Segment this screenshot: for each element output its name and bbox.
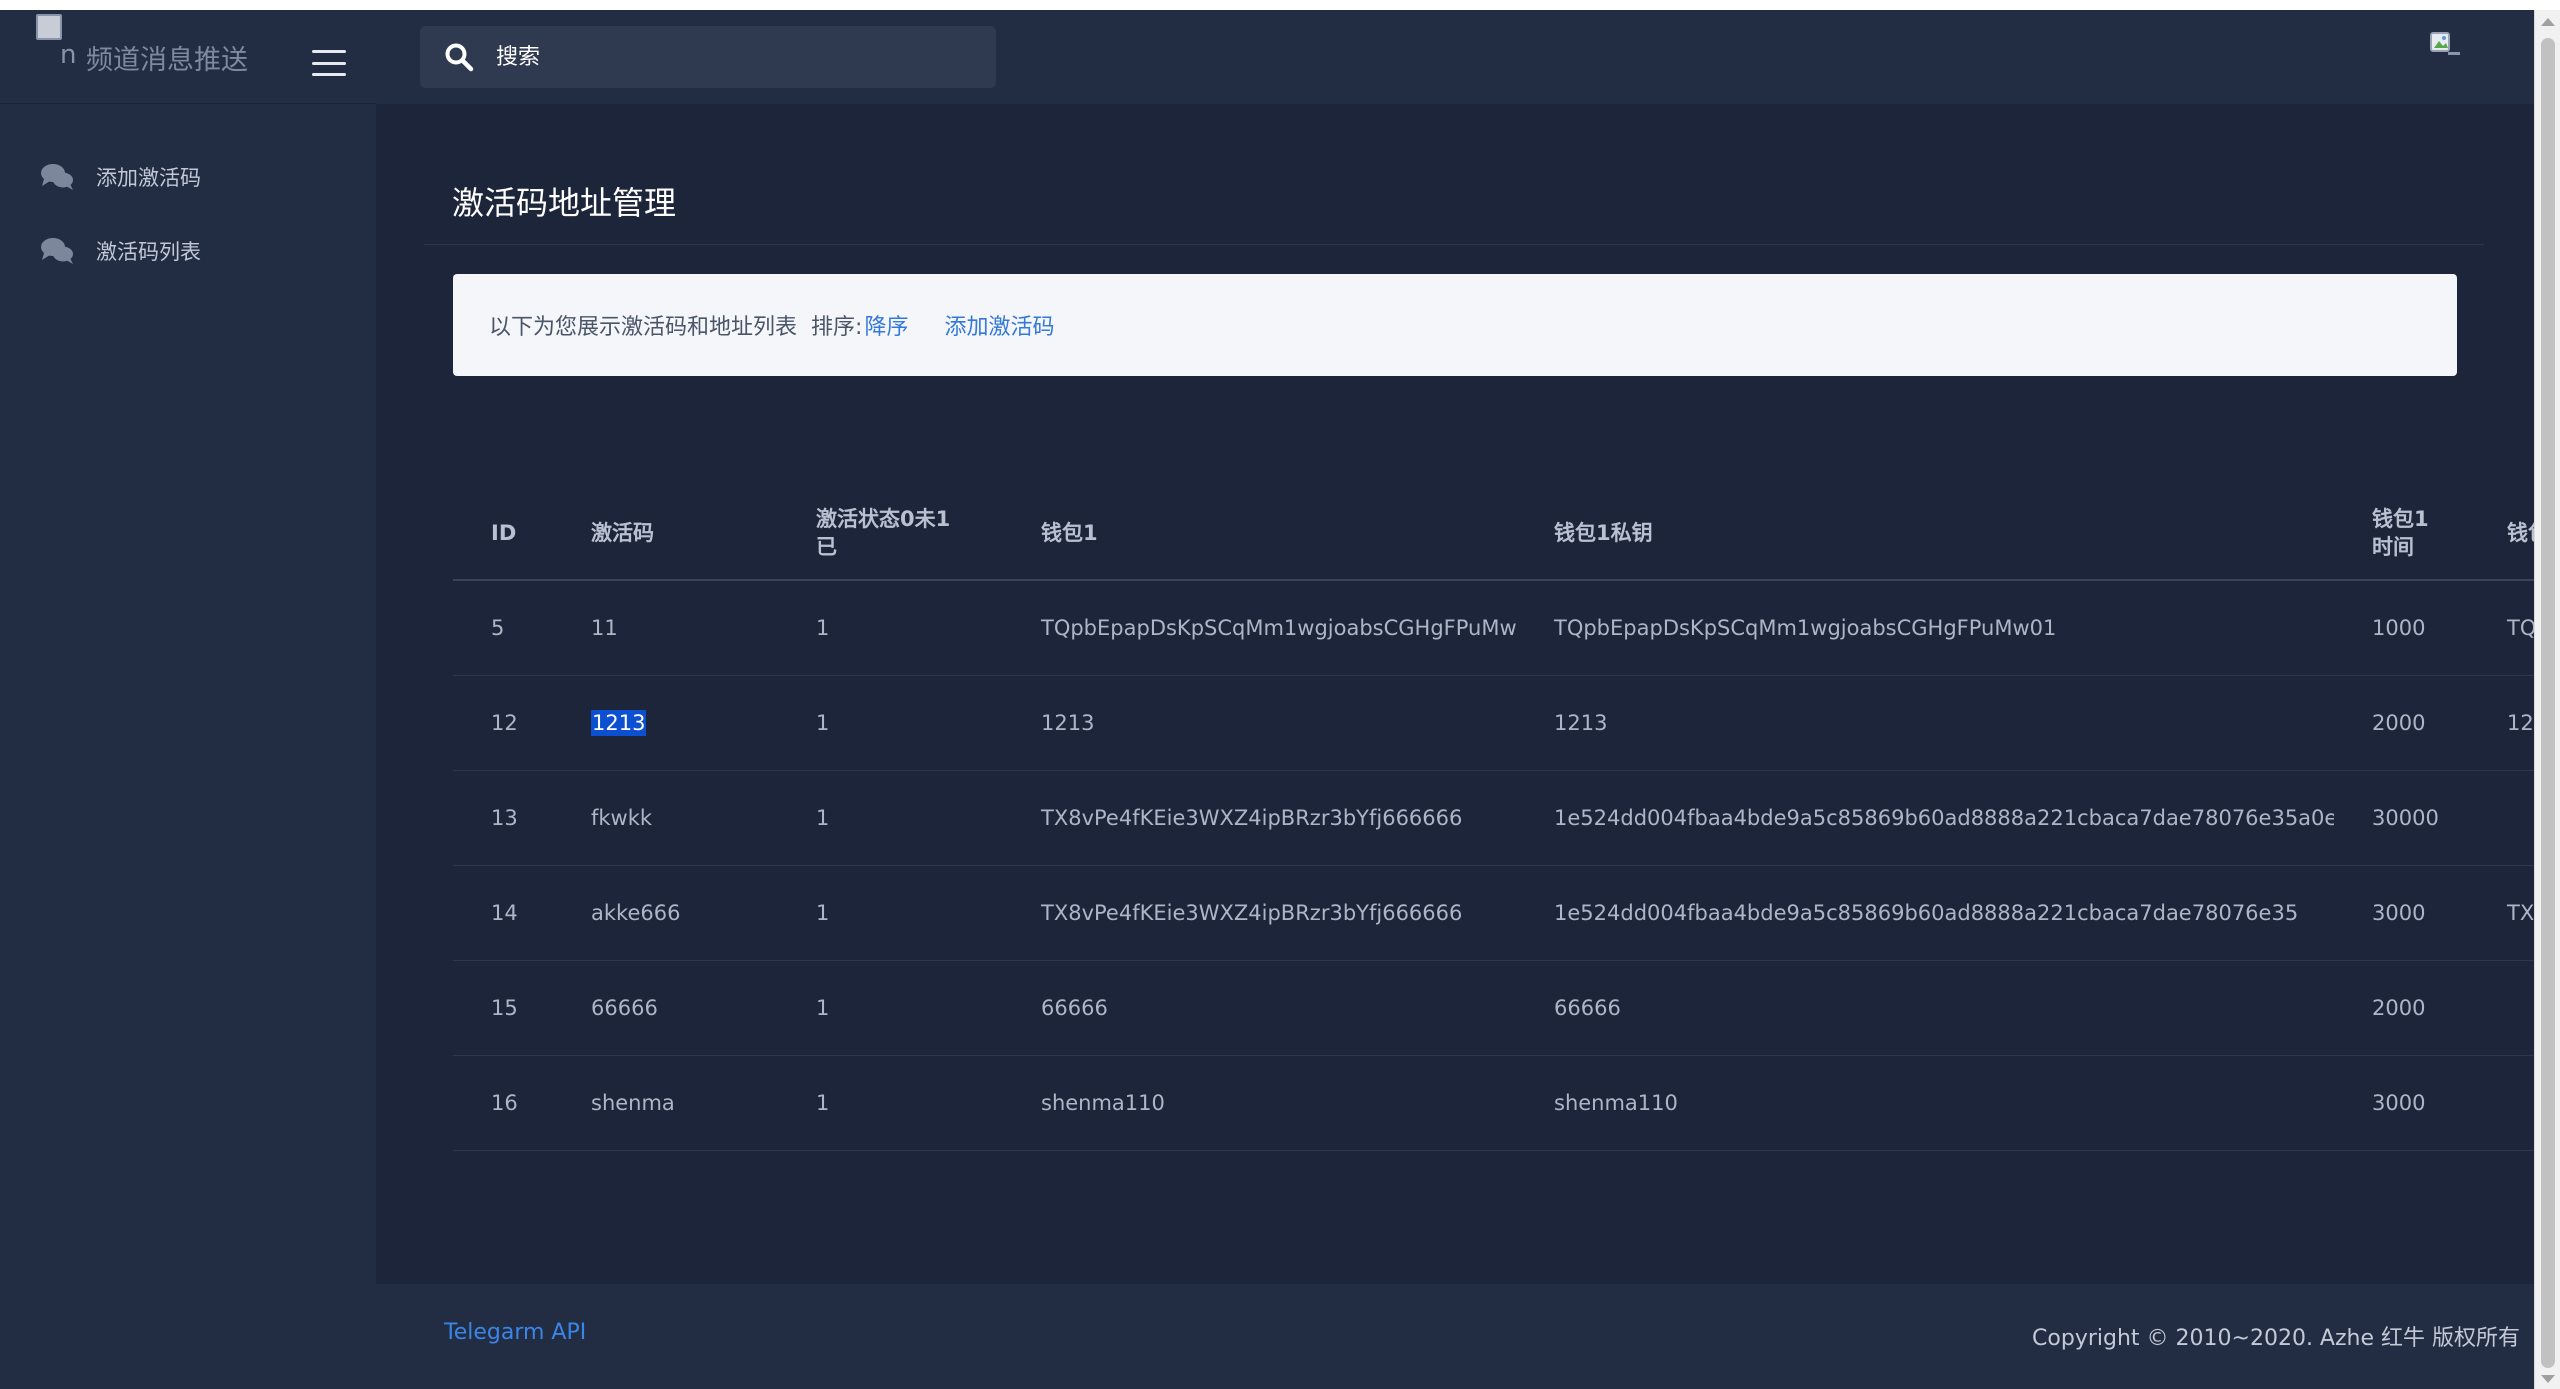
cell-id: 12 bbox=[453, 675, 553, 771]
cell-id: 13 bbox=[453, 770, 553, 866]
telegram-api-link[interactable]: Telegarm API bbox=[444, 1320, 586, 1345]
info-card: 以下为您展示激活码和地址列表 排序: 降序 添加激活码 bbox=[453, 274, 2457, 376]
avatar[interactable] bbox=[2430, 32, 2462, 62]
sort-label: 排序: bbox=[811, 315, 863, 340]
table-row[interactable]: 12 1213 1 1213 1213 2000 121 bbox=[453, 675, 2534, 771]
table-row[interactable]: 16 shenma 1 shenma110 shenma110 3000 bbox=[453, 1055, 2534, 1151]
add-code-link[interactable]: 添加激活码 bbox=[944, 309, 1054, 341]
cell-wallet1-time: 3000 bbox=[2334, 865, 2469, 961]
info-text: 以下为您展示激活码和地址列表 bbox=[489, 315, 798, 340]
cell-wallet1-key: shenma110 bbox=[1516, 1055, 2334, 1151]
hamburger-menu-icon[interactable] bbox=[312, 50, 346, 76]
cell-wallet bbox=[2469, 770, 2534, 866]
selected-text: 1213 bbox=[591, 709, 647, 736]
cell-status: 1 bbox=[778, 675, 1003, 771]
cell-wallet: TX bbox=[2469, 865, 2534, 961]
cell-wallet1-key: TQpbEpapDsKpSCqMm1wgjoabsCGHgFPuMw01 bbox=[1516, 580, 2334, 676]
scrollbar-thumb[interactable] bbox=[2541, 38, 2555, 1368]
cell-wallet1-key: 1e524dd004fbaa4bde9a5c85869b60ad8888a221… bbox=[1516, 770, 2334, 866]
sidebar-item-label: 添加激活码 bbox=[96, 166, 201, 190]
cell-wallet1-time: 3000 bbox=[2334, 1055, 2469, 1151]
code-table-container: ID 激活码 激活状态0未1已 钱包1 钱包1私钥 钱包1时间 钱包 5 11 … bbox=[453, 488, 2534, 1151]
table-row[interactable]: 13 fkwkk 1 TX8vPe4fKEie3WXZ4ipBRzr3bYfj6… bbox=[453, 770, 2534, 866]
copyright-text: Copyright © 2010~2020. Azhe 红牛 版权所有 bbox=[2032, 1326, 2520, 1351]
scroll-down-arrow-icon[interactable] bbox=[2541, 1375, 2555, 1383]
scroll-up-arrow-icon[interactable] bbox=[2541, 18, 2555, 26]
table-row[interactable]: 5 11 1 TQpbEpapDsKpSCqMm1wgjoabsCGHgFPuM… bbox=[453, 580, 2534, 676]
cell-wallet1: 66666 bbox=[1003, 960, 1516, 1056]
app-window: n 频道消息推送 添加激活码 激活码列表 搜索 激活码地址管理 以下为您展示激活… bbox=[0, 10, 2534, 1389]
column-header-status[interactable]: 激活状态0未1已 bbox=[778, 488, 1003, 581]
cell-code: 1213 bbox=[553, 675, 778, 771]
cell-status: 1 bbox=[778, 865, 1003, 961]
table-row[interactable]: 14 akke666 1 TX8vPe4fKEie3WXZ4ipBRzr3bYf… bbox=[453, 865, 2534, 961]
page-title: 激活码地址管理 bbox=[452, 184, 677, 222]
cell-code: 11 bbox=[553, 580, 778, 676]
cell-wallet bbox=[2469, 1055, 2534, 1151]
chat-bubbles-icon bbox=[41, 164, 73, 190]
cell-status: 1 bbox=[778, 1055, 1003, 1151]
cell-wallet1-time: 2000 bbox=[2334, 675, 2469, 771]
column-header-wallet1-time[interactable]: 钱包1时间 bbox=[2334, 488, 2469, 581]
table-header-row: ID 激活码 激活状态0未1已 钱包1 钱包1私钥 钱包1时间 钱包 bbox=[453, 488, 2534, 581]
sort-desc-link[interactable]: 降序 bbox=[864, 309, 908, 341]
table-row[interactable]: 15 66666 1 66666 66666 2000 bbox=[453, 960, 2534, 1056]
column-header-status-text: 激活状态0未1已 bbox=[816, 507, 951, 559]
logo-alt-text: n bbox=[60, 40, 77, 70]
cell-wallet1-key: 1e524dd004fbaa4bde9a5c85869b60ad8888a221… bbox=[1516, 865, 2334, 961]
column-header-code[interactable]: 激活码 bbox=[553, 488, 778, 581]
cell-wallet1: TQpbEpapDsKpSCqMm1wgjoabsCGHgFPuMw bbox=[1003, 580, 1516, 676]
sidebar-item-code-list[interactable]: 激活码列表 bbox=[0, 214, 376, 288]
brand-title: 频道消息推送 bbox=[86, 45, 248, 76]
search-box bbox=[420, 26, 996, 88]
sidebar-brand: n 频道消息推送 bbox=[0, 10, 376, 104]
chat-bubbles-icon bbox=[41, 238, 73, 264]
sidebar-item-label: 激活码列表 bbox=[96, 240, 201, 264]
cell-wallet1-time: 2000 bbox=[2334, 960, 2469, 1056]
cell-id: 14 bbox=[453, 865, 553, 961]
cell-code: akke666 bbox=[553, 865, 778, 961]
sidebar-nav: 添加激活码 激活码列表 bbox=[0, 140, 376, 288]
cell-wallet1-time: 30000 bbox=[2334, 770, 2469, 866]
cell-wallet1: shenma110 bbox=[1003, 1055, 1516, 1151]
cell-wallet bbox=[2469, 960, 2534, 1056]
sidebar-item-add-code[interactable]: 添加激活码 bbox=[0, 140, 376, 214]
cell-id: 15 bbox=[453, 960, 553, 1056]
main-content: 激活码地址管理 以下为您展示激活码和地址列表 排序: 降序 添加激活码 ID 激… bbox=[376, 104, 2534, 1294]
cell-status: 1 bbox=[778, 960, 1003, 1056]
search-input[interactable] bbox=[496, 36, 976, 78]
cell-id: 5 bbox=[453, 580, 553, 676]
sidebar: n 频道消息推送 添加激活码 激活码列表 bbox=[0, 10, 376, 1389]
topbar bbox=[376, 10, 2534, 104]
code-table: ID 激活码 激活状态0未1已 钱包1 钱包1私钥 钱包1时间 钱包 5 11 … bbox=[453, 488, 2534, 1151]
divider bbox=[424, 244, 2484, 245]
cell-wallet1-key: 1213 bbox=[1516, 675, 2334, 771]
search-icon[interactable] bbox=[444, 42, 474, 72]
cell-wallet1: 1213 bbox=[1003, 675, 1516, 771]
vertical-scrollbar[interactable] bbox=[2534, 10, 2560, 1389]
cell-wallet: TQ bbox=[2469, 580, 2534, 676]
cell-wallet1: TX8vPe4fKEie3WXZ4ipBRzr3bYfj666666 bbox=[1003, 770, 1516, 866]
cell-wallet: 121 bbox=[2469, 675, 2534, 771]
cell-id: 16 bbox=[453, 1055, 553, 1151]
broken-logo-image-icon bbox=[36, 14, 62, 40]
cell-status: 1 bbox=[778, 770, 1003, 866]
cell-code: fkwkk bbox=[553, 770, 778, 866]
footer: Telegarm API Copyright © 2010~2020. Azhe… bbox=[376, 1284, 2534, 1389]
column-header-wallet1-key[interactable]: 钱包1私钥 bbox=[1516, 488, 2334, 581]
column-header-wallet[interactable]: 钱包 bbox=[2469, 488, 2534, 581]
cell-wallet1-time: 1000 bbox=[2334, 580, 2469, 676]
column-header-wallet1-time-text: 钱包1时间 bbox=[2372, 507, 2429, 559]
column-header-id[interactable]: ID bbox=[453, 488, 553, 581]
column-header-wallet1[interactable]: 钱包1 bbox=[1003, 488, 1516, 581]
cell-status: 1 bbox=[778, 580, 1003, 676]
cell-code: 66666 bbox=[553, 960, 778, 1056]
cell-code: shenma bbox=[553, 1055, 778, 1151]
cell-wallet1: TX8vPe4fKEie3WXZ4ipBRzr3bYfj666666 bbox=[1003, 865, 1516, 961]
cell-wallet1-key: 66666 bbox=[1516, 960, 2334, 1056]
